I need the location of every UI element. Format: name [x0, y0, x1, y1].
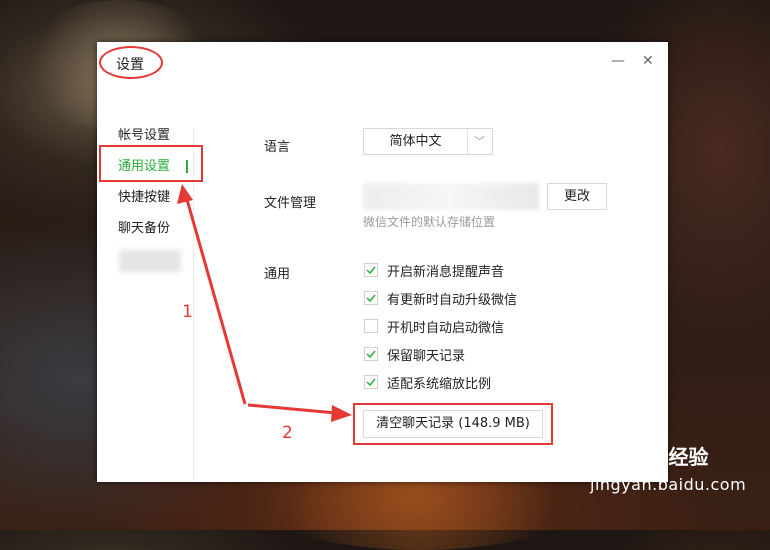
arrow-step1-shaft	[184, 195, 247, 405]
arrow-step2-head	[331, 405, 352, 422]
watermark-logo-text: Bai	[590, 440, 625, 465]
paw-icon	[634, 442, 658, 469]
baidu-watermark: Bai 经验 jingyan.baidu.com	[590, 440, 746, 494]
watermark-url: jingyan.baidu.com	[590, 474, 747, 494]
arrow-step2-shaft	[247, 403, 337, 415]
arrow-step1-head	[177, 184, 193, 204]
watermark-suffix: 经验	[668, 445, 709, 469]
step-1-label: 1	[182, 302, 193, 322]
step-2-label: 2	[282, 423, 293, 443]
